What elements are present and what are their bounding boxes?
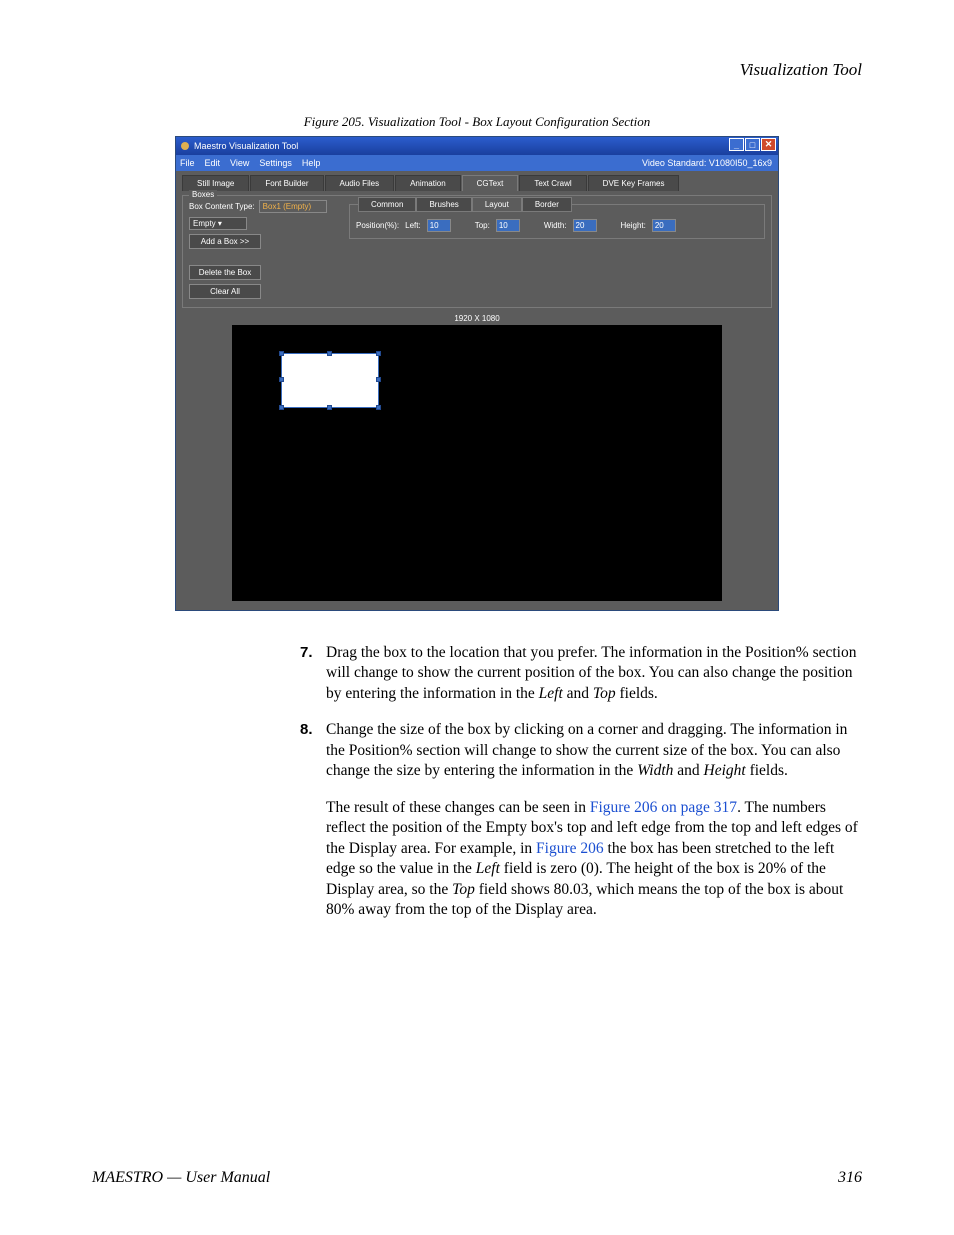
menu-settings[interactable]: Settings (259, 158, 292, 168)
step-7-body: Drag the box to the location that you pr… (326, 643, 862, 704)
menu-file[interactable]: File (180, 158, 195, 168)
step-8-number: 8. (300, 720, 326, 781)
clear-all-button[interactable]: Clear All (189, 284, 261, 299)
boxes-left-column: Box Content Type: Box1 (Empty) Empty ▾ A… (189, 200, 339, 299)
sub-tabs: Common Brushes Layout Border (358, 197, 572, 212)
tab-dve-key-frames[interactable]: DVE Key Frames (588, 175, 680, 191)
draggable-box[interactable] (281, 353, 379, 408)
step-8: 8. Change the size of the box by clickin… (300, 720, 862, 781)
position-label: Position(%): (356, 221, 399, 230)
subtab-layout[interactable]: Layout (472, 197, 522, 212)
canvas-dimensions: 1920 X 1080 (182, 314, 772, 323)
resize-handle-tl[interactable] (279, 351, 284, 356)
subtab-common[interactable]: Common (358, 197, 416, 212)
menu-edit[interactable]: Edit (205, 158, 221, 168)
subtab-border[interactable]: Border (522, 197, 572, 212)
left-input[interactable]: 10 (427, 219, 451, 232)
page-footer: MAESTRO — User Manual 316 (92, 1169, 862, 1187)
tab-still-image[interactable]: Still Image (182, 175, 249, 191)
resize-handle-bl[interactable] (279, 405, 284, 410)
close-icon[interactable]: ✕ (761, 138, 776, 151)
tab-text-crawl[interactable]: Text Crawl (519, 175, 586, 191)
canvas[interactable] (232, 325, 722, 601)
footer-title: MAESTRO — User Manual (92, 1169, 270, 1187)
page-section-title: Visualization Tool (0, 0, 954, 80)
maximize-icon[interactable]: □ (745, 138, 760, 151)
resize-handle-ml[interactable] (279, 377, 284, 382)
tab-animation[interactable]: Animation (395, 175, 461, 191)
resize-handle-tr[interactable] (376, 351, 381, 356)
position-row: Position(%): Left: 10 Top: 10 Width: 20 … (356, 219, 758, 232)
figure-caption: Figure 205. Visualization Tool - Box Lay… (0, 114, 954, 130)
box-name-field[interactable]: Box1 (Empty) (259, 200, 327, 213)
minimize-icon[interactable]: _ (729, 138, 744, 151)
add-box-button[interactable]: Add a Box >> (189, 234, 261, 249)
box-content-type-label: Box Content Type: (189, 202, 255, 211)
tab-cgtext[interactable]: CGText (462, 175, 519, 191)
step-8-body: Change the size of the box by clicking o… (326, 720, 862, 781)
step-7-number: 7. (300, 643, 326, 704)
width-label: Width: (544, 221, 567, 230)
subtab-brushes[interactable]: Brushes (416, 197, 471, 212)
width-input[interactable]: 20 (573, 219, 597, 232)
height-input[interactable]: 20 (652, 219, 676, 232)
app-title: Maestro Visualization Tool (194, 141, 298, 151)
resize-handle-mr[interactable] (376, 377, 381, 382)
app-icon (180, 141, 190, 151)
body-text: 7. Drag the box to the location that you… (300, 643, 862, 920)
delete-box-button[interactable]: Delete the Box (189, 265, 261, 280)
titlebar: Maestro Visualization Tool _ □ ✕ (176, 137, 778, 155)
app-window: Maestro Visualization Tool _ □ ✕ File Ed… (175, 136, 779, 611)
step-7: 7. Drag the box to the location that you… (300, 643, 862, 704)
layout-config-panel: Common Brushes Layout Border Position(%)… (349, 204, 765, 239)
canvas-wrap: 1920 X 1080 (182, 314, 772, 601)
resize-handle-tm[interactable] (327, 351, 332, 356)
resize-handle-bm[interactable] (327, 405, 332, 410)
tab-audio-files[interactable]: Audio Files (325, 175, 395, 191)
boxes-group: Boxes Box Content Type: Box1 (Empty) Emp… (182, 195, 772, 308)
height-label: Height: (621, 221, 646, 230)
window-controls: _ □ ✕ (729, 138, 776, 151)
menu-view[interactable]: View (230, 158, 249, 168)
menu-help[interactable]: Help (302, 158, 321, 168)
left-label: Left: (405, 221, 421, 230)
resize-handle-br[interactable] (376, 405, 381, 410)
top-input[interactable]: 10 (496, 219, 520, 232)
main-tabs: Still Image Font Builder Audio Files Ani… (176, 171, 778, 191)
link-figure-206b[interactable]: Figure 206 (536, 840, 604, 857)
boxes-legend: Boxes (189, 190, 217, 199)
top-label: Top: (475, 221, 490, 230)
link-figure-206a[interactable]: Figure 206 on page 317 (590, 799, 737, 816)
box-content-type-select[interactable]: Empty ▾ (189, 217, 247, 230)
page-number: 316 (838, 1169, 862, 1187)
result-paragraph: The result of these changes can be seen … (326, 798, 862, 921)
menubar: File Edit View Settings Help Video Stand… (176, 155, 778, 171)
video-standard-label: Video Standard: V1080I50_16x9 (642, 158, 772, 168)
tab-font-builder[interactable]: Font Builder (250, 175, 323, 191)
